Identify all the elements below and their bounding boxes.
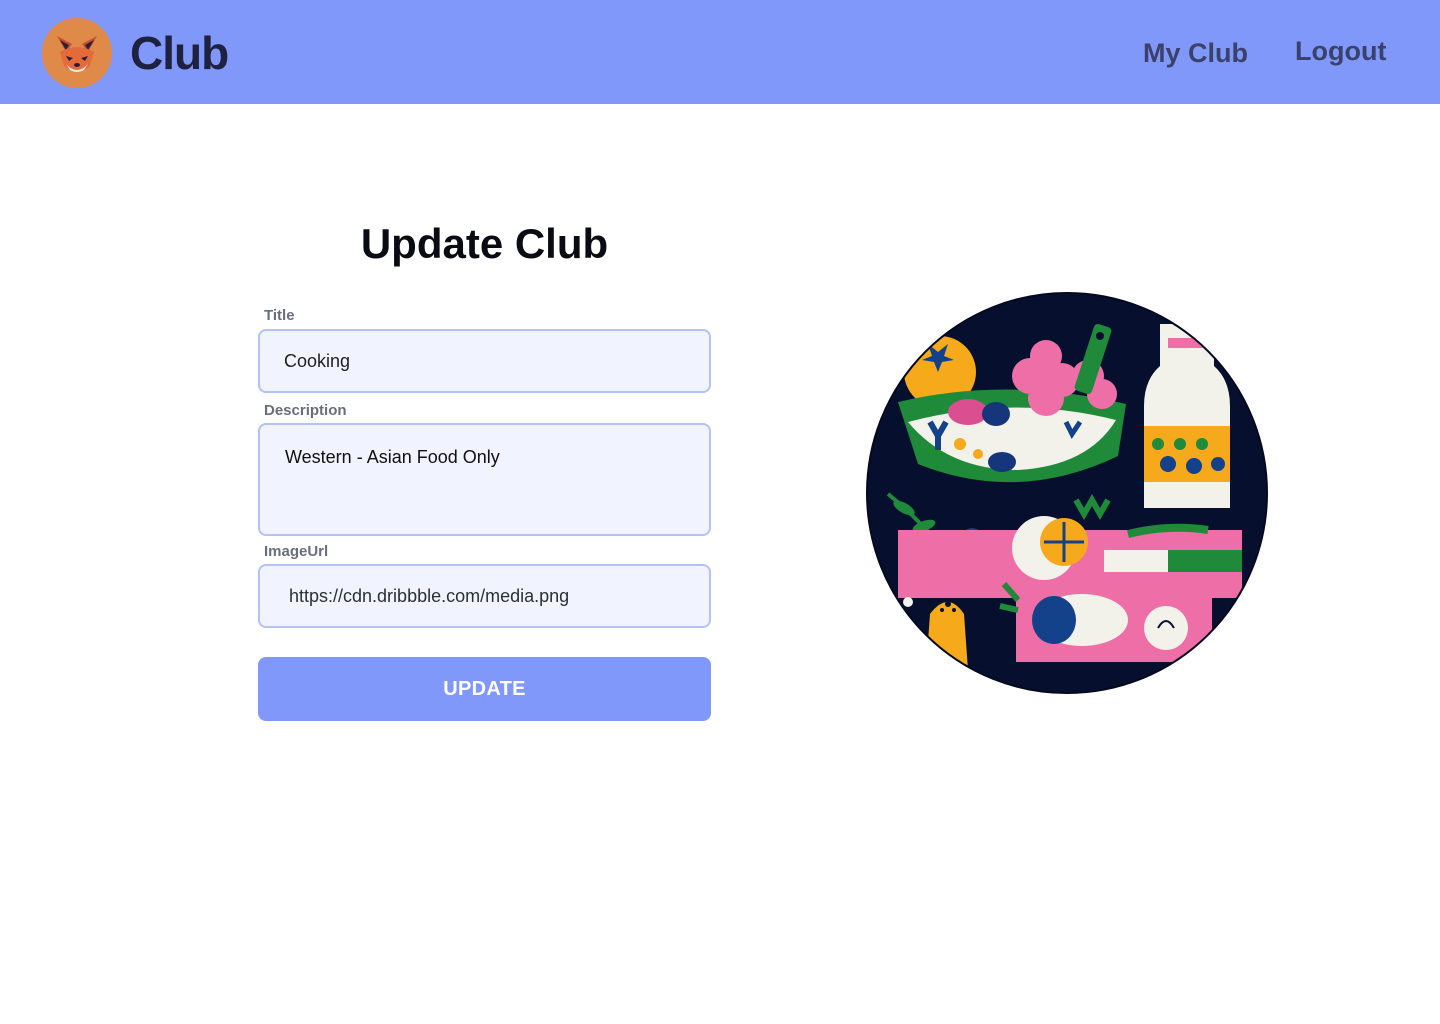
nav-my-club-link[interactable]: My Club: [1143, 38, 1248, 69]
food-illustration-image: [868, 294, 1266, 692]
update-button[interactable]: UPDATE: [258, 657, 711, 721]
description-textarea[interactable]: Western - Asian Food Only: [258, 423, 711, 536]
nav-logout-link[interactable]: Logout: [1295, 36, 1386, 67]
image-url-label: ImageUrl: [264, 543, 329, 560]
title-label: Title: [264, 307, 295, 324]
page-title: Update Club: [360, 220, 609, 267]
title-input[interactable]: [258, 329, 711, 393]
image-url-input[interactable]: [258, 564, 711, 628]
club-image-preview: [866, 292, 1268, 694]
brand-name[interactable]: Club: [130, 26, 229, 80]
top-navbar: Club My Club Logout: [0, 0, 1440, 104]
description-label: Description: [264, 402, 347, 419]
fox-logo-icon[interactable]: [42, 18, 112, 88]
